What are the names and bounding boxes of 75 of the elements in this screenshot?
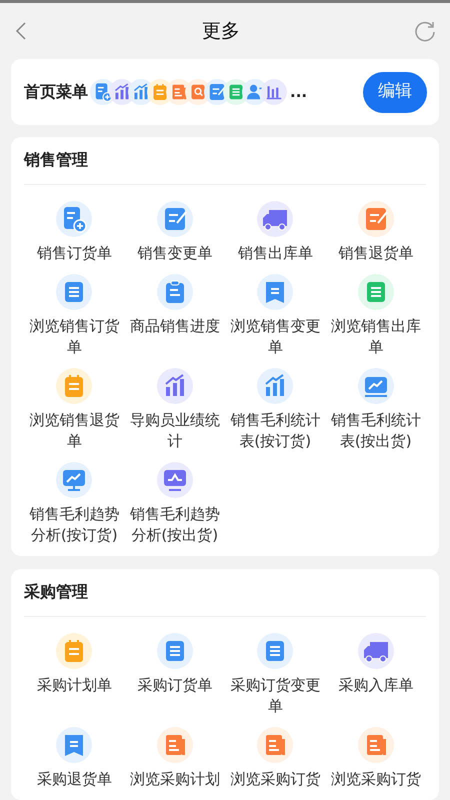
document-plus-icon [56,201,92,237]
menu-item-label: 采购订货单 [136,675,214,696]
menu-item-label: 销售退货单 [337,243,414,264]
document-pen-icon [156,201,193,237]
bookmark-icon [56,727,92,763]
menu-item[interactable]: 浏览采购订货 [326,727,426,790]
chart-icon [261,79,287,105]
menu-item[interactable]: 销售出库单 [225,201,326,264]
list-icon [156,633,193,669]
document-icon [156,727,193,763]
menu-item-label: 销售毛利统计表(按订货) [229,410,322,452]
menu-item[interactable]: 销售毛利统计表(按订货) [225,368,326,452]
notepad-icon [56,633,92,669]
menu-item-label: 浏览采购计划 [128,769,221,790]
truck-icon [257,201,294,237]
bookmark-icon [257,274,294,310]
menu-item[interactable]: 销售退货单 [326,201,426,264]
clipboard-icon [156,274,193,310]
menu-item[interactable]: 商品销售进度 [124,274,225,358]
menu-item[interactable]: 销售变更单 [124,201,225,264]
document-icon [358,727,394,763]
menu-item-label: 销售变更单 [136,243,214,264]
menu-item[interactable]: 销售毛利趋势分析(按出货) [124,462,225,546]
monitor-icon [156,462,193,498]
menu-item-label: 商品销售进度 [128,316,221,337]
menu-item[interactable]: 浏览销售变更单 [225,274,326,358]
monitor-icon [56,462,92,498]
menu-item[interactable]: 销售毛利趋势分析(按订货) [24,462,124,546]
list-icon [56,274,92,310]
menu-item[interactable]: 采购退货单 [24,727,124,790]
menu-item-label: 采购订货变更单 [229,675,322,717]
menu-item-label: 浏览销售订货单 [28,316,120,358]
menu-item[interactable]: 采购入库单 [326,633,426,717]
menu-item[interactable]: 采购订货变更单 [225,633,326,717]
menu-item-label: 采购退货单 [36,769,113,790]
menu-item-label: 采购入库单 [337,675,414,696]
back-icon[interactable] [14,21,28,41]
menu-item[interactable]: 浏览销售订货单 [24,274,124,358]
document-icon [257,727,294,763]
menu-item-label: 采购计划单 [36,675,113,696]
menu-item[interactable]: 浏览采购计划 [124,727,225,790]
section-title: 销售管理 [24,149,89,171]
menu-item-label: 销售毛利趋势分析(按出货) [128,504,221,546]
menu-item-label: 销售订货单 [36,243,113,264]
menu-item-label: 浏览采购订货 [229,769,322,790]
menu-item-label: 浏览销售出库单 [330,316,422,358]
refresh-icon[interactable] [414,20,436,42]
chart-icon [257,368,294,404]
menu-item-label: 销售出库单 [236,243,314,264]
menu-item[interactable]: 浏览销售退货单 [24,368,124,452]
document-icon [358,274,394,310]
document-pen-icon [358,201,394,237]
menu-item-label: 导购员业绩统计 [128,410,221,452]
page-title: 更多 [202,18,240,44]
chart-icon [156,368,193,404]
menu-item-label: 销售毛利统计表(按出货) [330,410,422,452]
menu-item[interactable]: 采购订货单 [124,633,225,717]
section-title: 采购管理 [24,581,89,603]
home-menu-label: 首页菜单 [24,81,88,103]
menu-item-label: 销售毛利趋势分析(按订货) [28,504,120,546]
list-icon [257,633,294,669]
menu-item[interactable]: 浏览销售出库单 [326,274,426,358]
menu-item[interactable]: 导购员业绩统计 [124,368,225,452]
menu-item-label: 浏览采购订货 [330,769,422,790]
menu-item[interactable]: 销售订货单 [24,201,124,264]
notepad-icon [56,368,92,404]
truck-icon [358,633,394,669]
edit-button[interactable]: 编辑 [363,72,427,112]
menu-item[interactable]: 采购计划单 [24,633,124,717]
more-ellipsis: ... [290,82,308,103]
menu-item[interactable]: 浏览采购订货 [225,727,326,790]
menu-item-label: 浏览销售变更单 [229,316,322,358]
menu-item[interactable]: 销售毛利统计表(按出货) [326,368,426,452]
menu-item-label: 浏览销售退货单 [28,410,120,452]
trend-icon [358,368,394,404]
